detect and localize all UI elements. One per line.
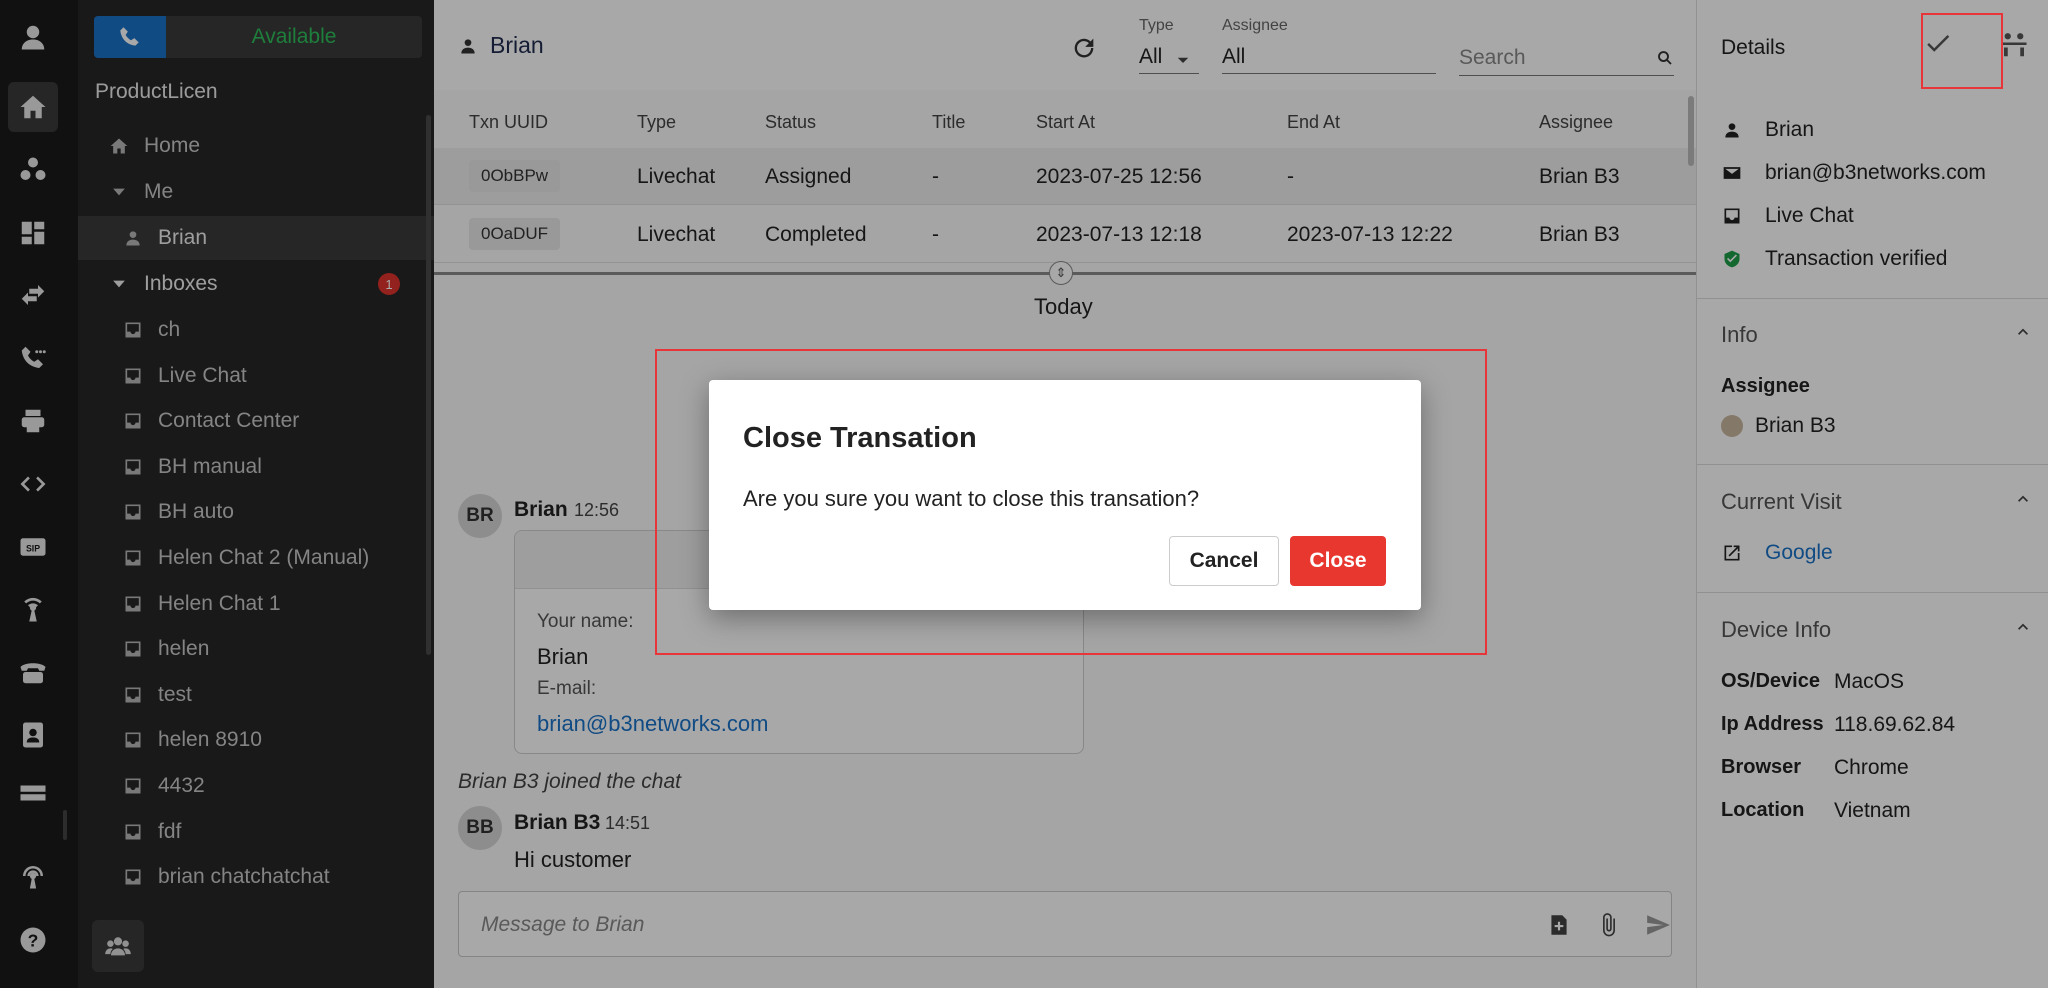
dialog-title: Close Transation bbox=[743, 422, 977, 454]
dialog-message: Are you sure you want to close this tran… bbox=[743, 486, 1200, 511]
cancel-button[interactable]: Cancel bbox=[1169, 536, 1279, 586]
close-button[interactable]: Close bbox=[1290, 536, 1386, 586]
close-transaction-dialog: Close Transation Are you sure you want t… bbox=[709, 380, 1421, 610]
highlight-box-check bbox=[1921, 13, 2003, 89]
